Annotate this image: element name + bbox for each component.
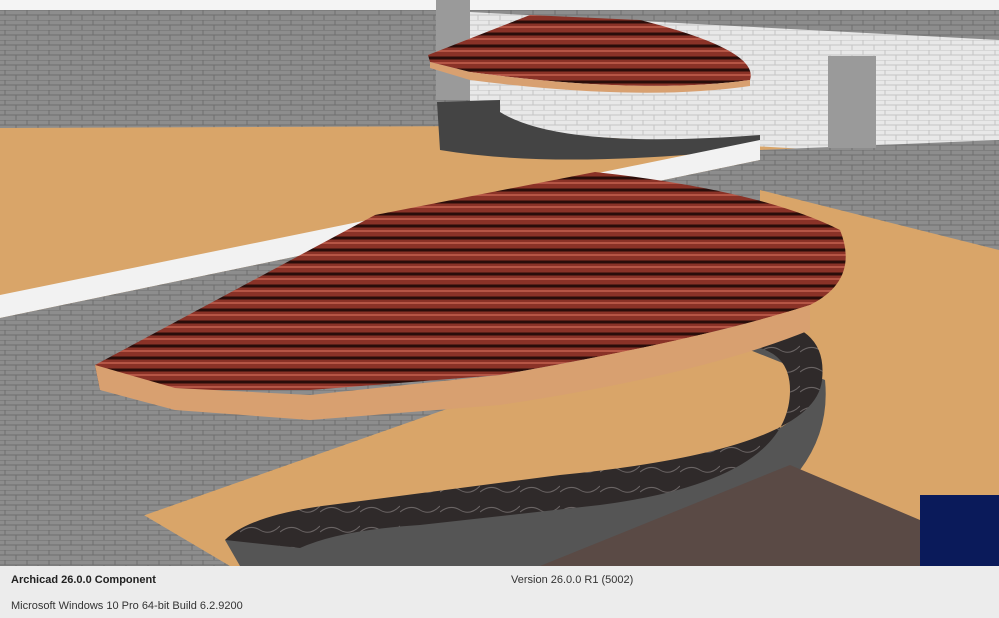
3d-scene [0,0,999,566]
status-footer: Archicad 26.0.0 Component Version 26.0.0… [0,566,999,618]
os-info: Microsoft Windows 10 Pro 64-bit Build 6.… [11,600,243,612]
object-box [920,495,999,566]
column [828,56,876,148]
version-info: Version 26.0.0 R1 (5002) [511,574,634,586]
product-name: Archicad 26.0.0 Component [11,574,156,586]
3d-viewport[interactable] [0,0,999,566]
